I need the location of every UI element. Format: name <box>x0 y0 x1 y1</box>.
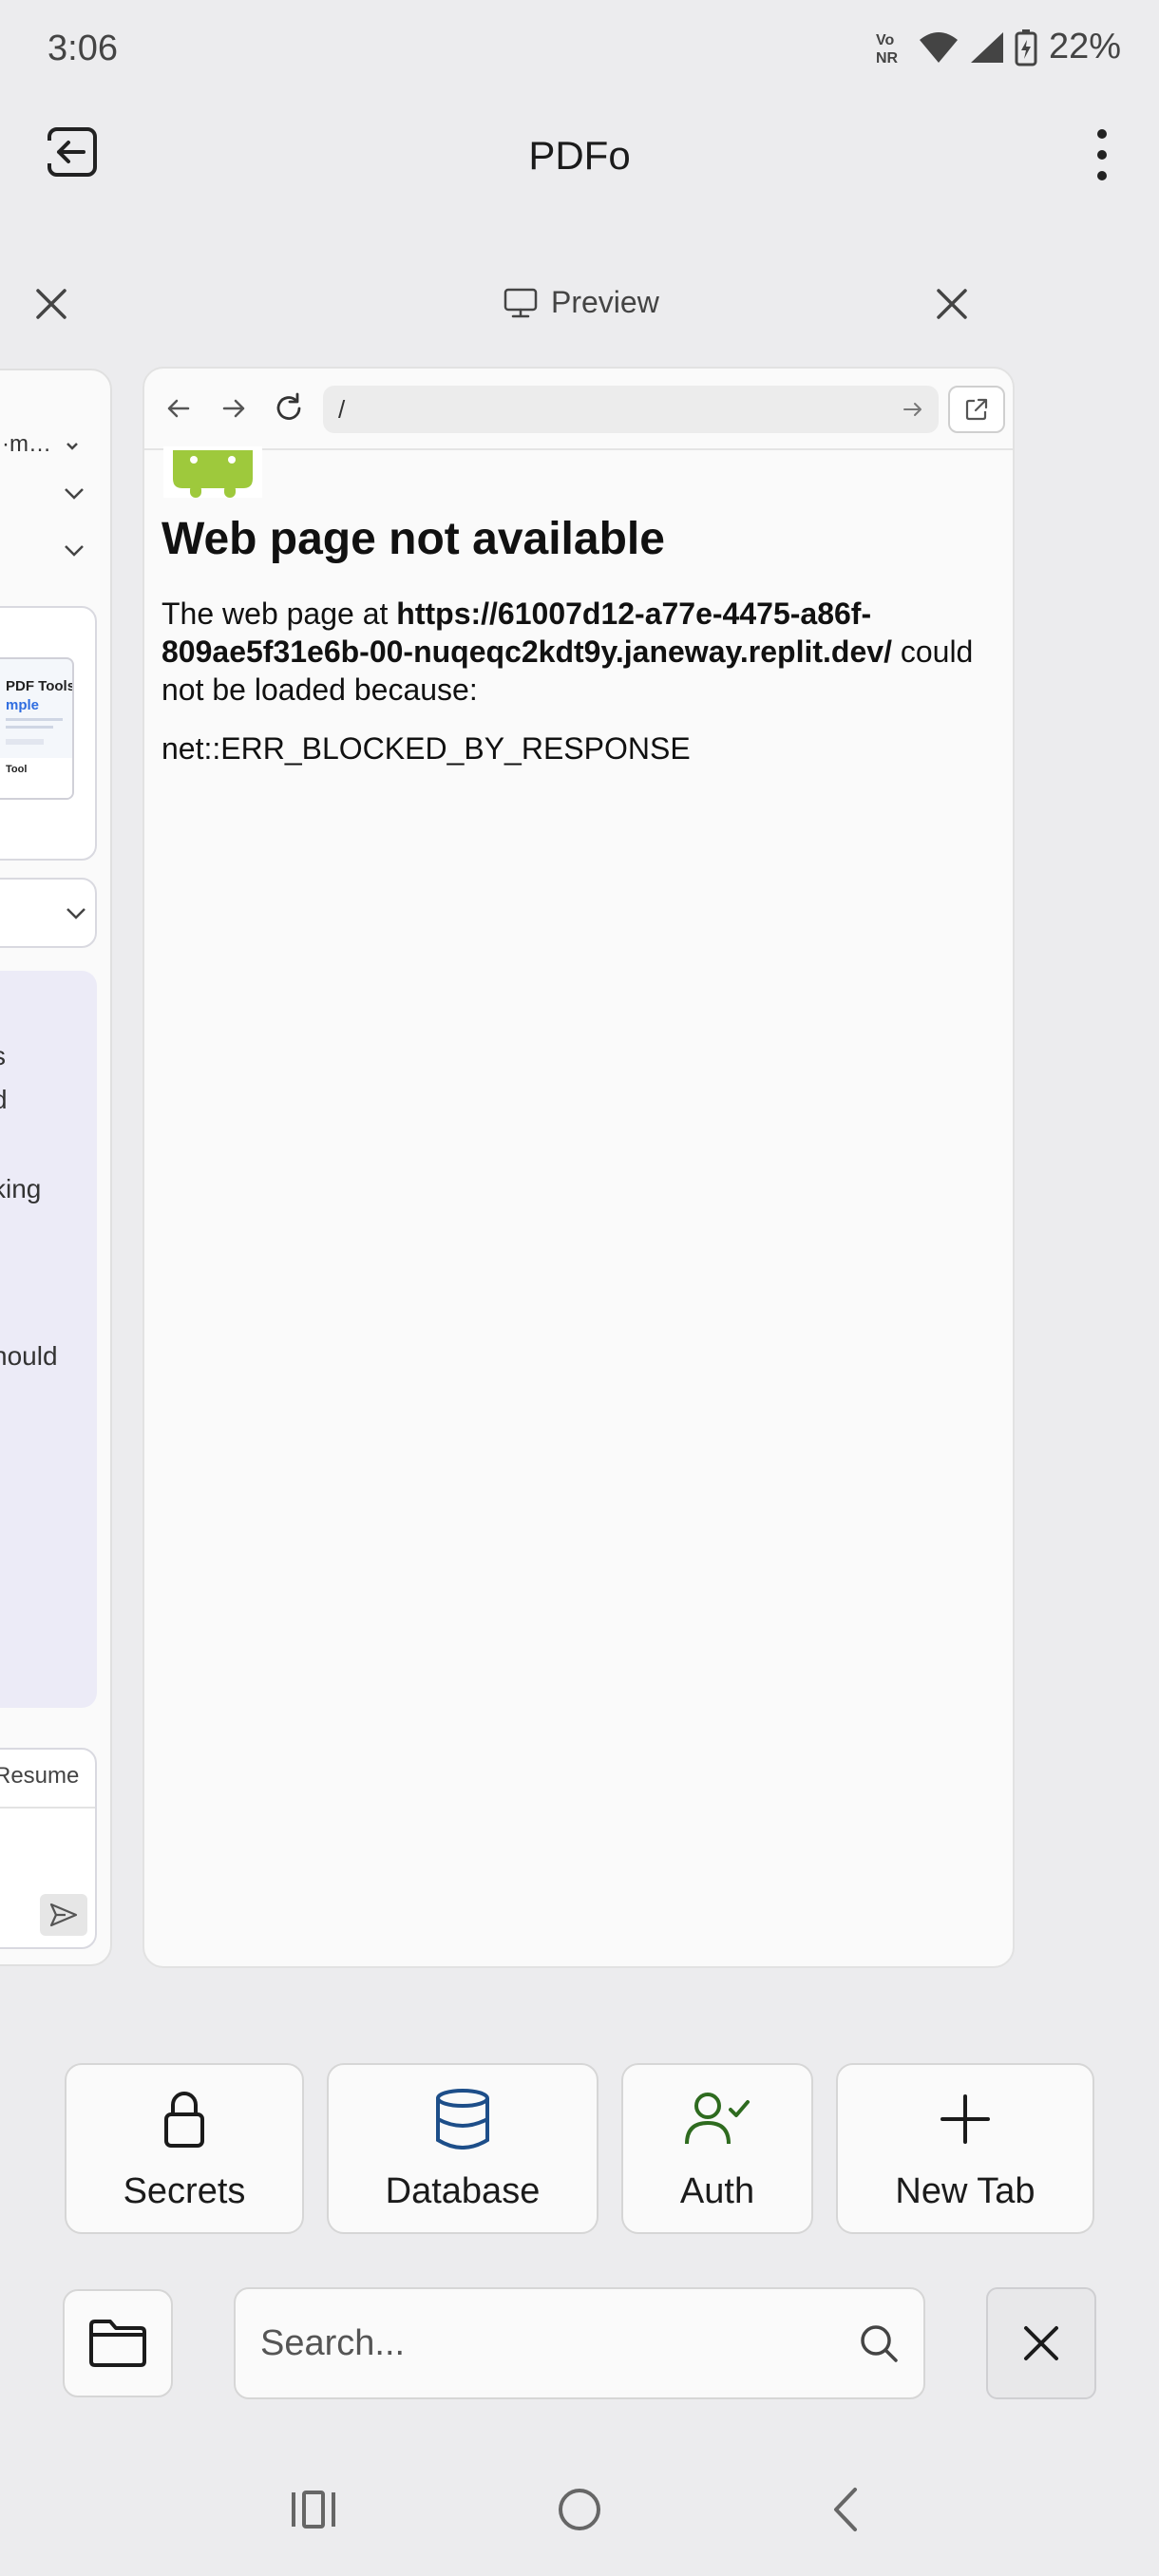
folder-icon <box>89 2320 146 2367</box>
error-heading: Web page not available <box>162 514 665 564</box>
search-field[interactable] <box>234 2287 925 2399</box>
kebab-dot <box>1097 171 1107 180</box>
error-message-prefix: The web page at <box>162 597 397 631</box>
home-circle-icon <box>559 2489 600 2530</box>
close-search-button[interactable] <box>986 2287 1096 2399</box>
new-tab-label: New Tab <box>895 2170 1036 2211</box>
screenshot-card[interactable]: PDF Tools mple Tool <box>0 606 97 861</box>
auth-label: Auth <box>679 2170 755 2211</box>
send-button[interactable] <box>40 1894 87 1936</box>
recent-apps-icon <box>292 2491 335 2529</box>
screenshot-thumbnail: PDF Tools mple Tool <box>0 657 74 800</box>
url-bar[interactable]: / <box>323 386 939 433</box>
chat-composer[interactable]: Resume l <box>0 1748 97 1949</box>
volte-nr-icon: Vo NR <box>876 32 899 66</box>
database-button[interactable]: Database <box>327 2063 598 2234</box>
preview-panel: / Web page not available The web page at… <box>142 367 1015 1968</box>
chevron-down-icon <box>66 443 78 450</box>
kebab-dot <box>1097 129 1107 139</box>
close-icon <box>937 289 967 319</box>
send-icon <box>49 1903 78 1927</box>
tab-preview[interactable]: Preview <box>504 285 659 320</box>
preview-toolbar: / <box>144 369 1013 450</box>
thumbnail-line <box>6 739 44 745</box>
svg-text:Vo: Vo <box>876 32 894 48</box>
back-chevron-icon <box>834 2488 857 2531</box>
database-icon <box>436 2088 489 2150</box>
monitor-icon <box>504 288 538 317</box>
thumbnail-subtitle: mple <box>6 697 40 713</box>
resume-button[interactable]: Resume <box>0 1763 79 1790</box>
thumbnail-line <box>6 726 53 729</box>
go-arrow-icon[interactable] <box>902 401 923 418</box>
arrow-right-icon <box>222 399 245 418</box>
preview-content: Web page not available The web page at h… <box>162 446 998 1966</box>
thumbnail-title: PDF Tools <box>6 678 74 694</box>
agent-message-line: king <box>0 1174 42 1203</box>
lock-icon <box>164 2091 204 2148</box>
battery-percent: 22% <box>1048 27 1121 66</box>
secrets-label: Secrets <box>123 2170 246 2211</box>
battery-icon <box>1015 28 1037 66</box>
signal-icon <box>970 31 1003 63</box>
close-icon <box>1024 2326 1058 2360</box>
error-message: The web page at https://61007d12-a77e-44… <box>162 595 998 709</box>
agent-panel-row-text: ·m… <box>2 431 51 457</box>
android-icon <box>163 446 262 498</box>
forward-button[interactable] <box>215 388 253 429</box>
close-left-tab-button[interactable] <box>32 285 70 323</box>
status-icons: Vo NR 22% <box>874 27 1121 67</box>
status-time: 3:06 <box>48 28 118 68</box>
chevron-down-icon[interactable] <box>63 543 86 559</box>
user-check-icon <box>685 2092 750 2144</box>
open-external-button[interactable] <box>948 386 1005 433</box>
agent-message: s d king hould <box>0 971 97 1708</box>
new-tab-button[interactable]: New Tab <box>836 2063 1094 2234</box>
agent-panel-row[interactable]: ·m… <box>2 431 110 458</box>
agent-message-line: s <box>0 1041 6 1071</box>
database-label: Database <box>385 2170 541 2211</box>
agent-panel[interactable]: ·m… PDF Tools mple Tool s d king hould <box>0 369 112 1966</box>
thumbnail-line <box>6 718 63 721</box>
reload-button[interactable] <box>270 388 308 429</box>
wifi-icon <box>919 31 958 63</box>
thumbnail-section: Tool <box>6 764 28 775</box>
home-button[interactable] <box>551 2481 608 2538</box>
secrets-button[interactable]: Secrets <box>65 2063 304 2234</box>
agent-message-line: d <box>0 1085 8 1115</box>
arrow-left-icon <box>167 399 190 418</box>
agent-message-line: hould <box>0 1341 58 1371</box>
close-preview-tab-button[interactable] <box>933 285 971 323</box>
close-icon <box>36 289 66 319</box>
system-back-button[interactable] <box>817 2481 874 2538</box>
chevron-down-icon <box>66 908 86 919</box>
url-text: / <box>338 394 346 424</box>
composer-divider <box>0 1807 95 1809</box>
search-icon[interactable] <box>859 2323 899 2363</box>
tab-preview-label: Preview <box>551 285 659 319</box>
error-code: net::ERR_BLOCKED_BY_RESPONSE <box>162 731 691 766</box>
back-button[interactable] <box>160 388 198 429</box>
external-link-icon <box>965 398 988 421</box>
plus-icon <box>940 2093 990 2144</box>
search-input[interactable] <box>260 2322 859 2364</box>
collapsed-section[interactable] <box>0 878 97 948</box>
kebab-dot <box>1097 150 1107 160</box>
auth-button[interactable]: Auth <box>621 2063 813 2234</box>
more-options-button[interactable] <box>1081 122 1123 188</box>
svg-text:NR: NR <box>876 50 899 66</box>
files-button[interactable] <box>63 2289 173 2397</box>
thumbnail-footer: Tool <box>0 758 72 798</box>
reload-icon <box>276 392 301 420</box>
chevron-down-icon[interactable] <box>63 486 86 502</box>
composer-tool-icon[interactable]: l <box>0 1896 1 1928</box>
recent-apps-button[interactable] <box>285 2481 342 2538</box>
app-title: PDFo <box>528 133 631 178</box>
